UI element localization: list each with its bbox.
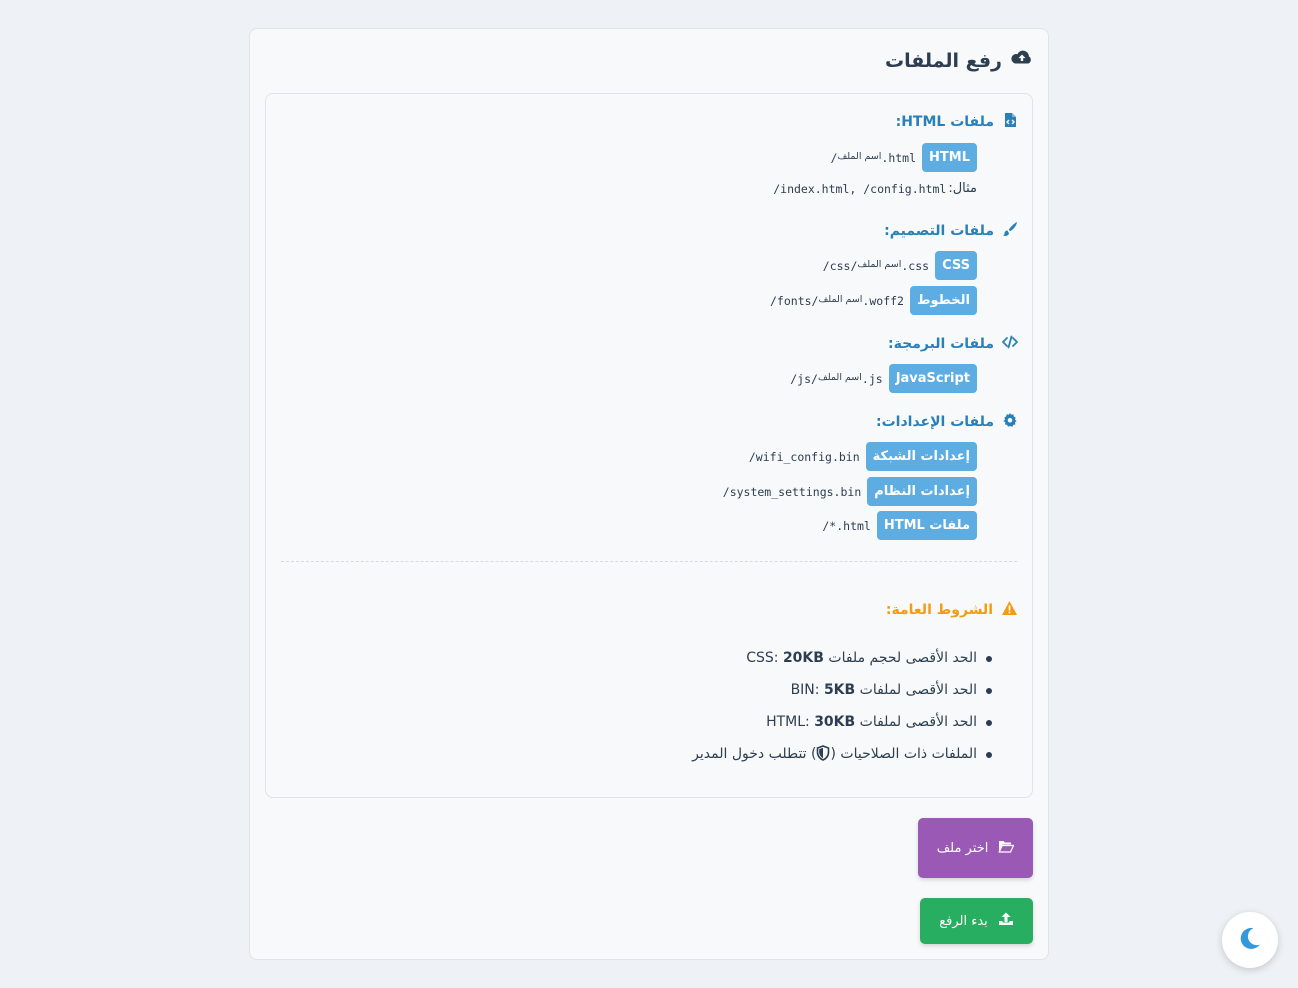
cloud-upload-icon <box>1010 47 1034 74</box>
html-settings-row: ملفات HTML /*.html <box>822 511 977 540</box>
js-badge: JavaScript <box>888 364 977 393</box>
css-path: /css/اسم الملف.css <box>822 258 930 273</box>
list-item: الحد الأقصى لملفات BIN: 5KB <box>692 678 992 710</box>
gear-icon <box>1002 412 1018 432</box>
terms-heading: الشروط العامة: <box>886 600 1018 620</box>
settings-files-title: ملفات الإعدادات: <box>876 414 994 430</box>
file-code-icon <box>1002 112 1018 132</box>
fonts-row: الخطوط /fonts/اسم الملف.woff2 <box>770 286 977 315</box>
start-upload-label: بدء الرفع <box>939 913 988 929</box>
fonts-badge: الخطوط <box>909 286 977 315</box>
css-row: CSS /css/اسم الملف.css <box>823 251 977 280</box>
fonts-path: /fonts/اسم الملف.woff2 <box>770 293 904 308</box>
list-item: الملفات ذات الصلاحيات () تتطلب دخول المد… <box>692 742 992 774</box>
css-badge: CSS <box>935 251 977 280</box>
warning-icon <box>1001 600 1018 620</box>
choose-file-button[interactable]: اختر ملف <box>918 818 1033 878</box>
terms-list: الحد الأقصى لحجم ملفات CSS: 20KB الحد ال… <box>692 646 992 774</box>
upload-card: رفع الملفات ملفات HTML: HTML /اسم الملف.… <box>249 28 1049 960</box>
card-title: رفع الملفات <box>885 47 1034 74</box>
dark-mode-toggle[interactable] <box>1222 912 1278 968</box>
start-upload-button[interactable]: بدء الرفع <box>920 898 1033 944</box>
list-item: الحد الأقصى لحجم ملفات CSS: 20KB <box>692 646 992 678</box>
design-files-title: ملفات التصميم: <box>884 223 994 239</box>
upload-icon <box>998 912 1014 930</box>
html-path: /اسم الملف.html <box>830 150 917 165</box>
settings-files-heading: ملفات الإعدادات: <box>876 412 1018 432</box>
code-files-title: ملفات البرمجة: <box>888 336 994 352</box>
html-example: مثال: /index.html, /config.html <box>773 181 977 196</box>
html-files-row: HTML /اسم الملف.html <box>831 143 977 172</box>
html-badge: HTML <box>922 143 977 172</box>
code-files-heading: ملفات البرمجة: <box>888 334 1018 354</box>
choose-file-label: اختر ملف <box>936 840 989 856</box>
html-settings-badge: ملفات HTML <box>876 511 977 540</box>
wifi-config-badge: إعدادات الشبكة <box>865 442 977 471</box>
js-path: /js/اسم الملف.js <box>790 371 883 386</box>
list-item: الحد الأقصى لملفات HTML: 30KB <box>692 710 992 742</box>
system-settings-badge: إعدادات النظام <box>867 477 977 506</box>
folder-open-icon <box>998 839 1015 857</box>
moon-icon <box>1237 925 1263 955</box>
html-files-heading: ملفات HTML: <box>896 112 1018 132</box>
system-settings-row: إعدادات النظام /system_settings.bin <box>723 477 977 506</box>
divider <box>281 561 1017 562</box>
design-files-heading: ملفات التصميم: <box>884 221 1018 241</box>
upload-info-box: ملفات HTML: HTML /اسم الملف.html مثال: /… <box>265 93 1033 798</box>
html-files-title: ملفات HTML: <box>895 114 994 130</box>
paint-brush-icon <box>1002 221 1018 241</box>
shield-icon <box>816 745 830 761</box>
wifi-config-row: إعدادات الشبكة /wifi_config.bin <box>749 442 977 471</box>
js-row: JavaScript /js/اسم الملف.js <box>790 364 977 393</box>
example-value: /index.html, /config.html <box>773 181 947 196</box>
terms-title: الشروط العامة: <box>885 602 993 618</box>
wifi-config-path: /wifi_config.bin <box>748 449 860 464</box>
example-label: مثال: <box>948 181 977 196</box>
system-settings-path: /system_settings.bin <box>722 484 862 499</box>
html-settings-path: /*.html <box>822 518 871 533</box>
code-icon <box>1002 334 1018 354</box>
card-title-text: رفع الملفات <box>884 49 1002 72</box>
